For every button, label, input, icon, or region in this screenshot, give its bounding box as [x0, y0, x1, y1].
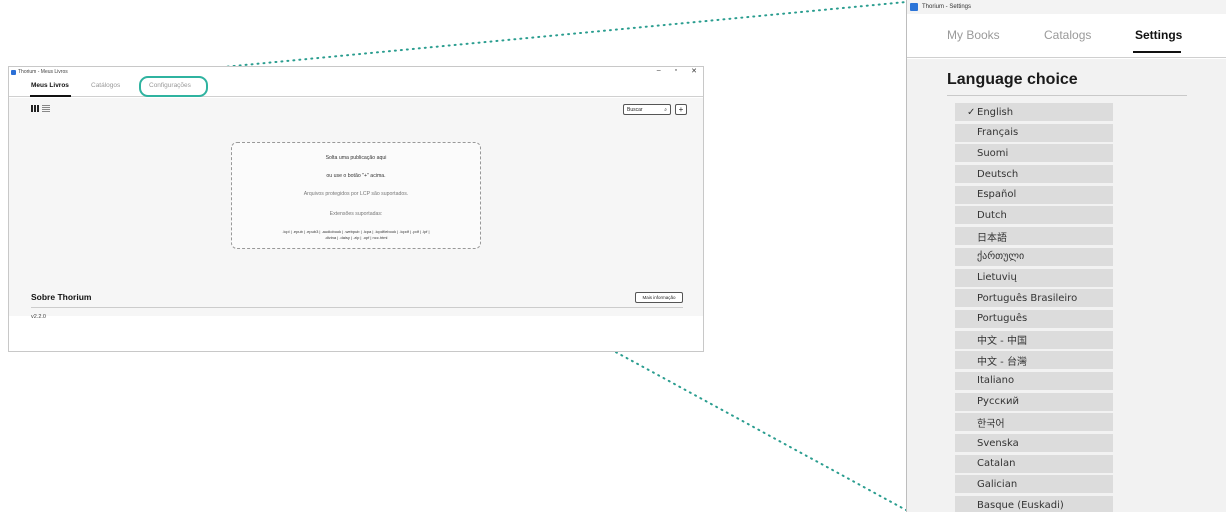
window-title: Thorium - Settings	[922, 4, 972, 10]
dropzone-extensions-list: .lcpl | .epub | .epub3 | .audiobook | .w…	[282, 229, 430, 234]
tab-catalogs[interactable]: Catálogos	[91, 82, 120, 89]
search-icon: ⌕	[664, 106, 667, 113]
heading-divider	[947, 95, 1187, 96]
list-view-icon[interactable]	[42, 105, 50, 112]
grid-view-icon[interactable]	[31, 105, 39, 112]
language-option[interactable]: 한국어	[955, 413, 1113, 432]
language-option-label: English	[977, 106, 1014, 118]
language-option[interactable]: Catalan	[955, 454, 1113, 473]
language-option-label: Français	[977, 127, 1019, 139]
search-button[interactable]: Buscar ⌕	[623, 104, 671, 115]
language-option[interactable]: Русский	[955, 392, 1113, 411]
window-title: Thorium - Meus Livros	[18, 69, 68, 75]
language-option-label: Italiano	[977, 375, 1015, 387]
maximize-icon[interactable]: ▫	[675, 67, 677, 75]
language-choice-heading: Language choice	[947, 71, 1078, 88]
thorium-library-window: Thorium - Meus Livros – ▫ ✕ Meus Livros …	[8, 66, 704, 352]
language-list: ✓ English Français Suomi Deutsch Español Dutch…	[955, 103, 1113, 512]
language-option-label: 日本語	[977, 232, 1007, 244]
language-option-label: Português	[977, 313, 1028, 325]
language-option[interactable]: Suomi	[955, 144, 1113, 163]
language-option-label: Español	[977, 189, 1017, 201]
language-option[interactable]: Italiano	[955, 371, 1113, 390]
window-titlebar: Thorium - Meus Livros	[9, 67, 703, 77]
tab-catalogs[interactable]: Catalogs	[1044, 28, 1091, 42]
thorium-settings-window: Thorium - Settings My Books Catalogs Set…	[906, 0, 1226, 512]
dropzone-title: Solta uma publicação aqui	[325, 155, 387, 161]
library-content: Buscar ⌕ + Solta uma publicação aqui ou …	[9, 98, 703, 320]
dropzone-hint: ou use o botão "+" acima.	[326, 173, 386, 179]
language-option-label: Basque (Euskadi)	[977, 499, 1064, 511]
language-option-label: Galician	[977, 478, 1018, 490]
language-option-label: 한국어	[977, 418, 1005, 430]
language-option[interactable]: Galician	[955, 475, 1113, 494]
language-option[interactable]: 中文 - 台灣	[955, 351, 1113, 370]
language-option-label: Suomi	[977, 147, 1009, 159]
language-option-label: Português Brasileiro	[977, 292, 1078, 304]
add-book-button[interactable]: +	[675, 104, 687, 115]
dropzone-extensions-label: Extensões suportadas:	[329, 211, 383, 217]
language-option[interactable]: 中文 - 中国	[955, 330, 1113, 349]
drop-zone[interactable]: Solta uma publicação aqui ou use o botão…	[231, 142, 481, 249]
language-option[interactable]: Deutsch	[955, 165, 1113, 184]
active-tab-indicator	[30, 95, 71, 97]
language-option[interactable]: Français	[955, 123, 1113, 142]
thorium-app-icon	[11, 69, 16, 75]
minimize-icon[interactable]: –	[657, 67, 661, 75]
language-option[interactable]: Lietuvių	[955, 268, 1113, 287]
main-tabs: My Books Catalogs Settings	[907, 14, 1226, 58]
language-option[interactable]: Español	[955, 185, 1113, 204]
leader-line-top	[149, 1, 907, 75]
more-info-button[interactable]: Mais informação	[635, 292, 683, 303]
settings-tab-highlight	[139, 76, 208, 97]
tab-settings[interactable]: Settings	[1135, 28, 1182, 42]
tab-my-books[interactable]: Meus Livros	[31, 82, 69, 89]
language-option[interactable]: 日本語	[955, 227, 1113, 246]
thorium-app-icon	[910, 3, 918, 11]
language-option[interactable]: Svenska	[955, 434, 1113, 452]
language-option-label: ქართული	[977, 251, 1025, 263]
language-option[interactable]: Português	[955, 309, 1113, 328]
language-option-label: Русский	[977, 396, 1019, 408]
language-option[interactable]: Basque (Euskadi)	[955, 496, 1113, 512]
language-option[interactable]: ქართული	[955, 247, 1113, 266]
checkmark-icon: ✓	[967, 106, 976, 118]
language-option-label: Deutsch	[977, 168, 1019, 180]
language-option[interactable]: Dutch	[955, 206, 1113, 225]
search-button-label: Buscar	[627, 106, 643, 113]
language-option-label: 中文 - 台灣	[977, 356, 1027, 368]
active-tab-indicator	[1133, 51, 1181, 53]
main-tabs: Meus Livros Catálogos Configurações	[9, 77, 703, 97]
window-titlebar: Thorium - Settings	[907, 0, 1226, 14]
close-icon[interactable]: ✕	[691, 67, 697, 75]
settings-content: Language choice ✓ English Français Suomi Deu…	[907, 59, 1226, 512]
version-label: v2.2.0	[31, 314, 46, 320]
language-option-label: 中文 - 中国	[977, 336, 1027, 348]
language-option-label: Catalan	[977, 458, 1016, 470]
language-option-label: Dutch	[977, 209, 1007, 221]
about-divider	[31, 307, 683, 308]
language-option[interactable]: ✓ English	[955, 103, 1113, 121]
about-heading: Sobre Thorium	[31, 292, 92, 302]
dropzone-lcp-note: Arquivos protegidos por LCP são suportad…	[303, 191, 409, 197]
language-option[interactable]: Português Brasileiro	[955, 289, 1113, 308]
window-controls: – ▫ ✕	[657, 67, 697, 75]
language-option-label: Svenska	[977, 437, 1019, 449]
language-option-label: Lietuvių	[977, 272, 1017, 283]
tab-my-books[interactable]: My Books	[947, 28, 1000, 42]
dropzone-extensions-list-2: .divina | .daisy | .zip | .opf | ncc.htm…	[324, 235, 388, 240]
